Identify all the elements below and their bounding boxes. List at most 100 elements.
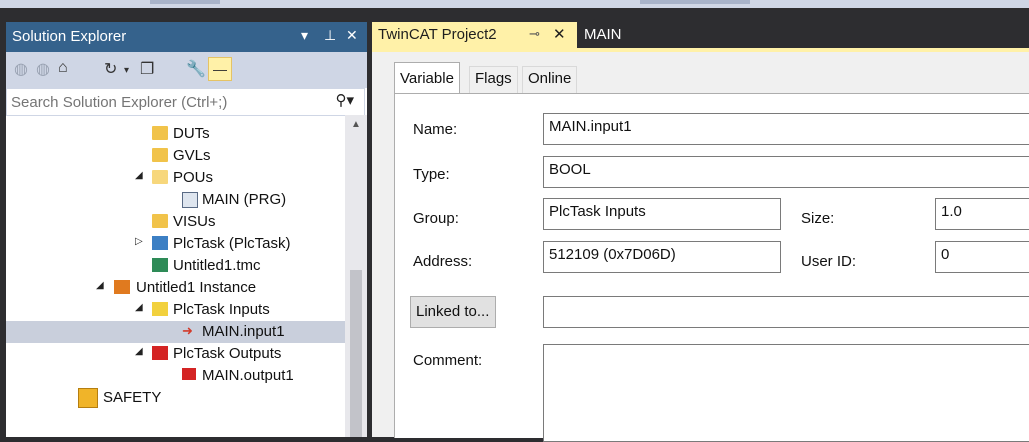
tree-item-main-output1[interactable]: MAIN.output1 (6, 365, 345, 387)
tree-item-label: SAFETY (103, 389, 162, 406)
outputs-icon (152, 346, 168, 360)
inputs-icon (152, 302, 168, 316)
tree-item-label: POUs (173, 169, 214, 186)
tmc-icon (152, 258, 168, 272)
tree-item-main-input1[interactable]: ➜ MAIN.input1 (6, 321, 345, 343)
tree-item-untitled1-tmc[interactable]: Untitled1.tmc (6, 255, 345, 277)
instance-icon (114, 280, 130, 294)
type-field[interactable]: BOOL (543, 156, 1029, 188)
tree-item-plctask-inputs[interactable]: ◢ PlcTask Inputs (6, 299, 345, 321)
size-value: 1.0 (941, 203, 962, 220)
userid-value: 0 (941, 246, 950, 263)
tree-item-label: GVLs (173, 147, 211, 164)
folder-icon (152, 214, 168, 228)
tree-item-label: MAIN.input1 (202, 323, 285, 340)
home-icon[interactable]: ⌂ (58, 59, 68, 77)
strip-tab (640, 0, 750, 4)
properties-icon[interactable]: 🔧 (186, 59, 206, 79)
tree-scrollbar[interactable]: ▲ (345, 115, 367, 437)
tree-item-label: PlcTask Inputs (173, 301, 270, 318)
linked-to-button[interactable]: Linked to... (410, 296, 496, 328)
scrollbar-thumb[interactable] (350, 270, 362, 437)
tree-item-label: DUTs (173, 125, 210, 142)
expand-arrow-icon[interactable]: ◢ (135, 346, 143, 357)
folder-open-icon (152, 170, 168, 184)
history-dropdown-icon[interactable]: ▾ (124, 65, 129, 76)
size-field[interactable]: 1.0 (935, 198, 1029, 230)
tab-label: MAIN (584, 26, 622, 43)
tab-twincat-project2[interactable]: TwinCAT Project2 ⊸ ✕ (372, 22, 577, 48)
solution-explorer-titlebar: Solution Explorer ▾ ⊥ ✕ (6, 22, 367, 52)
tab-label: Online (528, 70, 572, 87)
name-field[interactable]: MAIN.input1 (543, 113, 1029, 145)
userid-field[interactable]: 0 (935, 241, 1029, 273)
search-input[interactable] (7, 89, 333, 115)
comment-label: Comment: (413, 352, 483, 369)
strip-tab (150, 0, 220, 4)
forward-icon[interactable]: ◍ (36, 59, 50, 79)
address-field[interactable]: 512109 (0x7D06D) (543, 241, 781, 273)
tree-item-gvls[interactable]: GVLs (6, 145, 345, 167)
tree-item-main-prg[interactable]: MAIN (PRG) (6, 189, 345, 211)
folder-icon (152, 148, 168, 162)
tree-item-label: VISUs (173, 213, 216, 230)
tree-item-label: MAIN (PRG) (202, 191, 287, 208)
userid-label: User ID: (801, 253, 857, 270)
task-icon (152, 236, 168, 250)
folder-icon (152, 126, 168, 140)
name-value: MAIN.input1 (549, 118, 632, 135)
tab-label: Flags (475, 70, 512, 87)
size-label: Size: (801, 210, 835, 227)
linked-to-field[interactable] (543, 296, 1029, 328)
tree-item-safety[interactable]: SAFETY (6, 387, 345, 409)
program-icon (182, 192, 198, 208)
output-var-icon (182, 368, 196, 380)
linked-to-button-label: Linked to... (416, 303, 490, 320)
solution-explorer-title: Solution Explorer (12, 28, 127, 45)
solution-explorer-panel: Solution Explorer ▾ ⊥ ✕ ◍ ◍ ⌂ ↻ ▾ ❐ 🔧 — … (6, 22, 367, 437)
editor-tab-strip: TwinCAT Project2 ⊸ ✕ MAIN (372, 22, 1029, 48)
input-var-icon: ➜ (182, 323, 193, 338)
tab-variable[interactable]: Variable (394, 62, 460, 93)
tree-item-pous[interactable]: ◢ POUs (6, 167, 345, 189)
scroll-up-icon[interactable]: ▲ (351, 119, 361, 130)
search-icon[interactable]: ⚲▾ (335, 91, 354, 109)
tab-flags[interactable]: Flags (469, 66, 518, 93)
comment-field[interactable] (543, 344, 1029, 442)
expand-arrow-icon[interactable]: ◢ (135, 302, 143, 313)
tree-item-label: PlcTask Outputs (173, 345, 282, 362)
tab-label: TwinCAT Project2 (378, 26, 497, 43)
solution-explorer-search[interactable]: ⚲▾ (6, 88, 365, 116)
solution-explorer-toolbar: ◍ ◍ ⌂ ↻ ▾ ❐ 🔧 — (6, 52, 367, 88)
tab-main[interactable]: MAIN (584, 26, 622, 43)
variable-editor: Variable Flags Online Name: MAIN.input1 … (372, 52, 1029, 442)
history-icon[interactable]: ↻ (104, 59, 117, 79)
tree-item-label: Untitled1.tmc (173, 257, 261, 274)
group-value: PlcTask Inputs (549, 203, 646, 220)
tree-item-untitled1-instance[interactable]: ◢ Untitled1 Instance (6, 277, 345, 299)
back-icon[interactable]: ◍ (14, 59, 28, 79)
expand-arrow-icon[interactable]: ◢ (96, 280, 104, 291)
tree-item-plctask-outputs[interactable]: ◢ PlcTask Outputs (6, 343, 345, 365)
collapse-icon[interactable]: ❐ (140, 59, 154, 79)
pin-icon[interactable]: ⊥ (324, 27, 336, 44)
preview-icon[interactable]: — (208, 57, 232, 81)
close-tab-icon[interactable]: ✕ (553, 25, 566, 43)
tree-item-plctask[interactable]: ▷ PlcTask (PlcTask) (6, 233, 345, 255)
tree-item-label: PlcTask (PlcTask) (173, 235, 291, 252)
group-label: Group: (413, 210, 459, 227)
tree-item-visus[interactable]: VISUs (6, 211, 345, 233)
address-label: Address: (413, 253, 473, 270)
tree-item-label: MAIN.output1 (202, 367, 294, 384)
close-icon[interactable]: ✕ (346, 27, 358, 44)
tree-item-label: Untitled1 Instance (136, 279, 257, 296)
tab-online[interactable]: Online (522, 66, 578, 93)
dropdown-icon[interactable]: ▾ (301, 27, 308, 44)
tree-item-duts[interactable]: DUTs (6, 123, 345, 145)
top-menu-strip (0, 0, 1029, 8)
group-field[interactable]: PlcTask Inputs (543, 198, 781, 230)
collapsed-arrow-icon[interactable]: ▷ (135, 236, 143, 247)
pin-icon[interactable]: ⊸ (529, 26, 540, 42)
expand-arrow-icon[interactable]: ◢ (135, 170, 143, 181)
name-label: Name: (413, 121, 458, 138)
